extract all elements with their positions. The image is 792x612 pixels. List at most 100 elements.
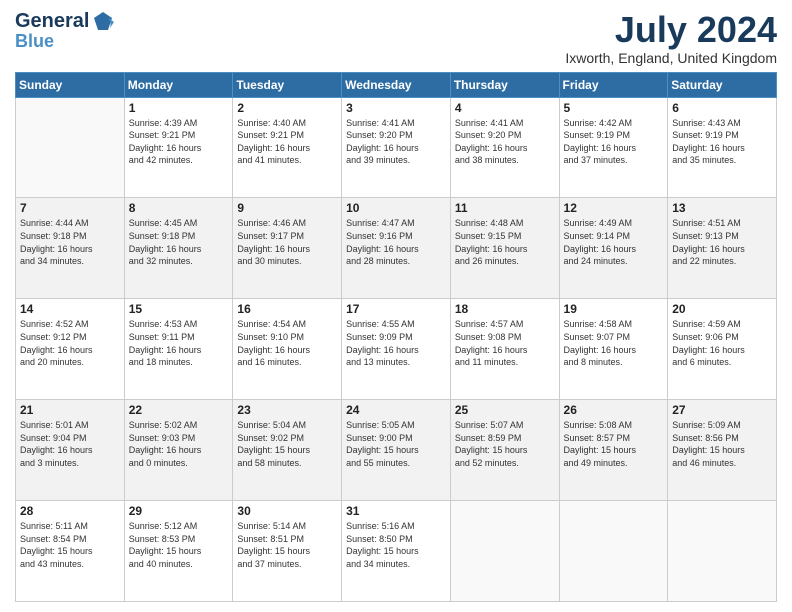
logo-general: General <box>15 11 89 31</box>
day-number: 20 <box>672 302 772 316</box>
calendar-day-cell: 18 Sunrise: 4:57 AM Sunset: 9:08 PM Dayli… <box>450 299 559 400</box>
day-info: Sunrise: 4:59 AM Sunset: 9:06 PM Dayligh… <box>672 318 772 368</box>
day-info: Sunrise: 4:43 AM Sunset: 9:19 PM Dayligh… <box>672 117 772 167</box>
day-number: 13 <box>672 201 772 215</box>
calendar-week-row: 7Sunrise: 4:44 AM Sunset: 9:18 PM Daylig… <box>16 198 777 299</box>
day-number: 3 <box>346 101 446 115</box>
logo-blue: Blue <box>15 32 54 50</box>
day-info: Sunrise: 4:47 AM Sunset: 9:16 PM Dayligh… <box>346 217 446 267</box>
calendar-day-cell <box>450 501 559 602</box>
calendar-table: SundayMondayTuesdayWednesdayThursdayFrid… <box>15 72 777 602</box>
day-number: 5 <box>564 101 664 115</box>
calendar-day-header: Sunday <box>16 72 125 97</box>
day-number: 12 <box>564 201 664 215</box>
day-info: Sunrise: 5:11 AM Sunset: 8:54 PM Dayligh… <box>20 520 120 570</box>
day-number: 4 <box>455 101 555 115</box>
calendar-day-cell: 27 Sunrise: 5:09 AM Sunset: 8:56 PM Dayli… <box>668 400 777 501</box>
day-number: 7 <box>20 201 120 215</box>
day-number: 28 <box>20 504 120 518</box>
day-info: Sunrise: 4:51 AM Sunset: 9:13 PM Dayligh… <box>672 217 772 267</box>
day-info: Sunrise: 5:02 AM Sunset: 9:03 PM Dayligh… <box>129 419 229 469</box>
day-info: Sunrise: 4:41 AM Sunset: 9:20 PM Dayligh… <box>346 117 446 167</box>
calendar-day-header: Saturday <box>668 72 777 97</box>
day-number: 10 <box>346 201 446 215</box>
day-number: 19 <box>564 302 664 316</box>
calendar-day-cell: 4 Sunrise: 4:41 AM Sunset: 9:20 PM Daylig… <box>450 97 559 198</box>
page: General Blue July 2024 Ixworth, England,… <box>0 0 792 612</box>
day-number: 11 <box>455 201 555 215</box>
calendar-day-cell <box>559 501 668 602</box>
calendar-day-header: Wednesday <box>342 72 451 97</box>
calendar-day-cell: 5 Sunrise: 4:42 AM Sunset: 9:19 PM Daylig… <box>559 97 668 198</box>
day-number: 9 <box>237 201 337 215</box>
calendar-day-cell: 7Sunrise: 4:44 AM Sunset: 9:18 PM Daylig… <box>16 198 125 299</box>
calendar-day-cell <box>668 501 777 602</box>
calendar-day-cell <box>16 97 125 198</box>
header-right: July 2024 Ixworth, England, United Kingd… <box>565 10 777 66</box>
calendar-day-cell: 3 Sunrise: 4:41 AM Sunset: 9:20 PM Daylig… <box>342 97 451 198</box>
calendar-day-cell: 10 Sunrise: 4:47 AM Sunset: 9:16 PM Dayli… <box>342 198 451 299</box>
day-number: 23 <box>237 403 337 417</box>
calendar-day-cell: 21Sunrise: 5:01 AM Sunset: 9:04 PM Dayli… <box>16 400 125 501</box>
calendar-week-row: 14Sunrise: 4:52 AM Sunset: 9:12 PM Dayli… <box>16 299 777 400</box>
day-number: 24 <box>346 403 446 417</box>
day-number: 30 <box>237 504 337 518</box>
calendar-day-cell: 23 Sunrise: 5:04 AM Sunset: 9:02 PM Dayli… <box>233 400 342 501</box>
calendar-week-row: 21Sunrise: 5:01 AM Sunset: 9:04 PM Dayli… <box>16 400 777 501</box>
calendar-day-cell: 13 Sunrise: 4:51 AM Sunset: 9:13 PM Dayli… <box>668 198 777 299</box>
calendar-day-cell: 11 Sunrise: 4:48 AM Sunset: 9:15 PM Dayli… <box>450 198 559 299</box>
calendar-day-cell: 20 Sunrise: 4:59 AM Sunset: 9:06 PM Dayli… <box>668 299 777 400</box>
calendar-day-cell: 8 Sunrise: 4:45 AM Sunset: 9:18 PM Daylig… <box>124 198 233 299</box>
calendar-day-cell: 22 Sunrise: 5:02 AM Sunset: 9:03 PM Dayli… <box>124 400 233 501</box>
calendar-day-cell: 16Sunrise: 4:54 AM Sunset: 9:10 PM Dayli… <box>233 299 342 400</box>
day-info: Sunrise: 4:45 AM Sunset: 9:18 PM Dayligh… <box>129 217 229 267</box>
day-info: Sunrise: 5:07 AM Sunset: 8:59 PM Dayligh… <box>455 419 555 469</box>
day-info: Sunrise: 4:46 AM Sunset: 9:17 PM Dayligh… <box>237 217 337 267</box>
day-info: Sunrise: 5:04 AM Sunset: 9:02 PM Dayligh… <box>237 419 337 469</box>
calendar-day-cell: 31Sunrise: 5:16 AM Sunset: 8:50 PM Dayli… <box>342 501 451 602</box>
day-number: 15 <box>129 302 229 316</box>
day-number: 31 <box>346 504 446 518</box>
day-number: 17 <box>346 302 446 316</box>
header: General Blue July 2024 Ixworth, England,… <box>15 10 777 66</box>
day-info: Sunrise: 4:55 AM Sunset: 9:09 PM Dayligh… <box>346 318 446 368</box>
day-info: Sunrise: 4:57 AM Sunset: 9:08 PM Dayligh… <box>455 318 555 368</box>
calendar-day-header: Tuesday <box>233 72 342 97</box>
day-number: 27 <box>672 403 772 417</box>
calendar-day-cell: 9 Sunrise: 4:46 AM Sunset: 9:17 PM Daylig… <box>233 198 342 299</box>
calendar-day-cell: 17 Sunrise: 4:55 AM Sunset: 9:09 PM Dayli… <box>342 299 451 400</box>
logo-icon <box>92 10 114 32</box>
day-info: Sunrise: 4:52 AM Sunset: 9:12 PM Dayligh… <box>20 318 120 368</box>
day-number: 29 <box>129 504 229 518</box>
day-info: Sunrise: 4:39 AM Sunset: 9:21 PM Dayligh… <box>129 117 229 167</box>
calendar-day-cell: 24 Sunrise: 5:05 AM Sunset: 9:00 PM Dayli… <box>342 400 451 501</box>
day-info: Sunrise: 5:01 AM Sunset: 9:04 PM Dayligh… <box>20 419 120 469</box>
calendar-day-cell: 19 Sunrise: 4:58 AM Sunset: 9:07 PM Dayli… <box>559 299 668 400</box>
logo: General Blue <box>15 10 114 50</box>
calendar-week-row: 28 Sunrise: 5:11 AM Sunset: 8:54 PM Dayli… <box>16 501 777 602</box>
day-info: Sunrise: 4:58 AM Sunset: 9:07 PM Dayligh… <box>564 318 664 368</box>
calendar-day-cell: 28 Sunrise: 5:11 AM Sunset: 8:54 PM Dayli… <box>16 501 125 602</box>
day-number: 8 <box>129 201 229 215</box>
day-number: 16 <box>237 302 337 316</box>
calendar-day-cell: 12 Sunrise: 4:49 AM Sunset: 9:14 PM Dayli… <box>559 198 668 299</box>
calendar-day-cell: 14Sunrise: 4:52 AM Sunset: 9:12 PM Dayli… <box>16 299 125 400</box>
day-number: 22 <box>129 403 229 417</box>
calendar-day-cell: 15 Sunrise: 4:53 AM Sunset: 9:11 PM Dayli… <box>124 299 233 400</box>
calendar-day-cell: 30 Sunrise: 5:14 AM Sunset: 8:51 PM Dayli… <box>233 501 342 602</box>
day-info: Sunrise: 4:48 AM Sunset: 9:15 PM Dayligh… <box>455 217 555 267</box>
day-info: Sunrise: 5:05 AM Sunset: 9:00 PM Dayligh… <box>346 419 446 469</box>
day-info: Sunrise: 5:09 AM Sunset: 8:56 PM Dayligh… <box>672 419 772 469</box>
day-info: Sunrise: 5:14 AM Sunset: 8:51 PM Dayligh… <box>237 520 337 570</box>
calendar-day-cell: 26Sunrise: 5:08 AM Sunset: 8:57 PM Dayli… <box>559 400 668 501</box>
calendar-day-header: Monday <box>124 72 233 97</box>
day-number: 2 <box>237 101 337 115</box>
day-number: 25 <box>455 403 555 417</box>
calendar-day-cell: 29Sunrise: 5:12 AM Sunset: 8:53 PM Dayli… <box>124 501 233 602</box>
day-info: Sunrise: 4:53 AM Sunset: 9:11 PM Dayligh… <box>129 318 229 368</box>
month-title: July 2024 <box>565 10 777 50</box>
day-info: Sunrise: 4:42 AM Sunset: 9:19 PM Dayligh… <box>564 117 664 167</box>
day-info: Sunrise: 4:49 AM Sunset: 9:14 PM Dayligh… <box>564 217 664 267</box>
day-number: 18 <box>455 302 555 316</box>
day-info: Sunrise: 4:41 AM Sunset: 9:20 PM Dayligh… <box>455 117 555 167</box>
